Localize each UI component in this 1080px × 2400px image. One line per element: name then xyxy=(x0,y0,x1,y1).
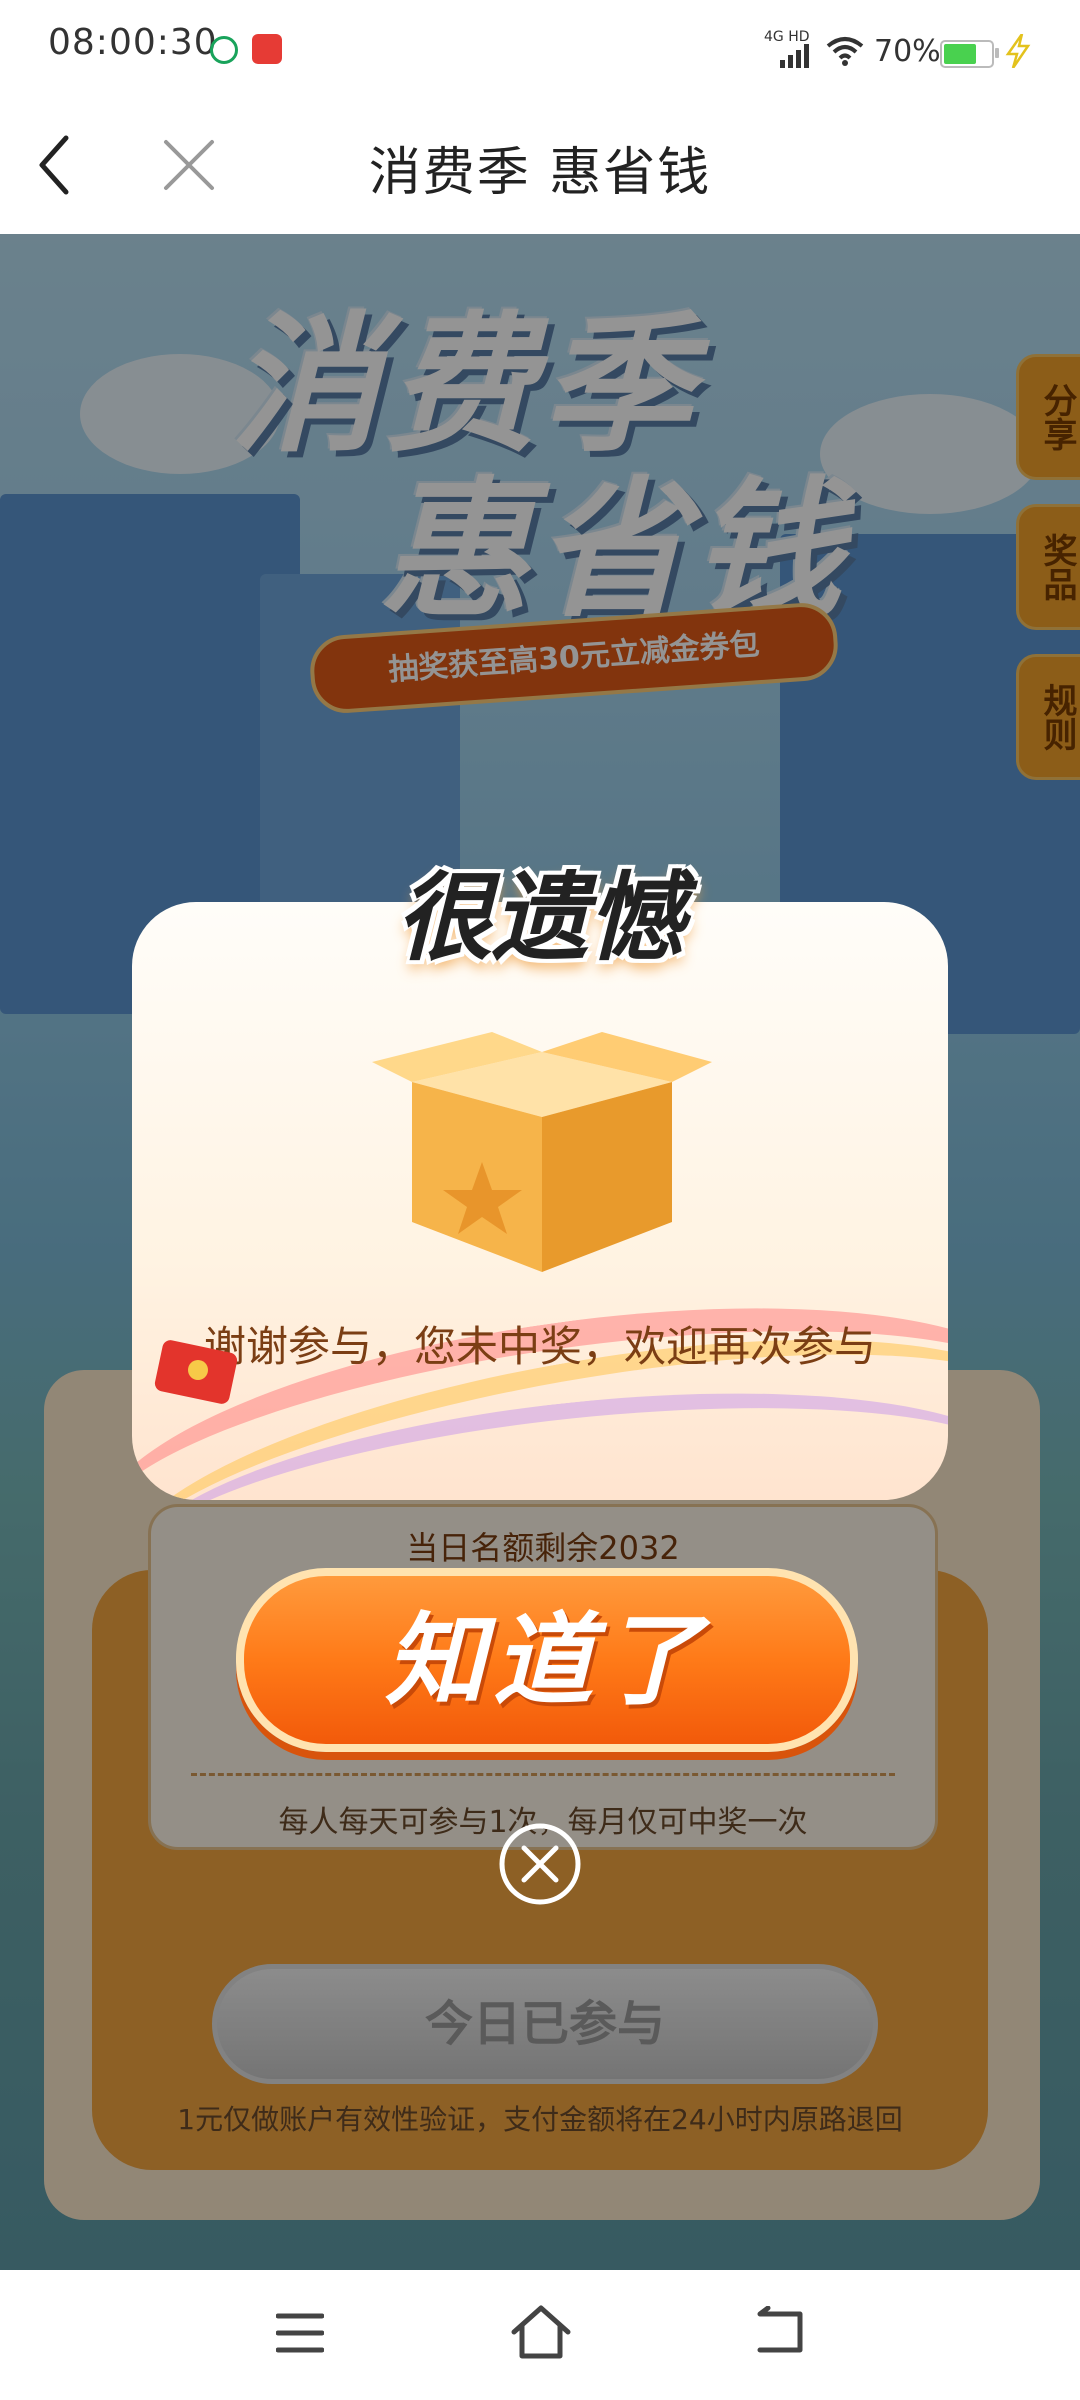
status-bar: 08:00:30 4G HD 70% xyxy=(0,0,1080,100)
home-icon[interactable] xyxy=(510,2304,572,2360)
circle-close-icon[interactable] xyxy=(496,1820,584,1908)
battery-level xyxy=(944,44,976,64)
network-type: 4G HD xyxy=(764,29,810,45)
app-notification-icon xyxy=(210,36,238,64)
return-icon[interactable] xyxy=(754,2306,806,2356)
battery-percent: 70% xyxy=(874,34,941,69)
signal-icon xyxy=(780,44,809,68)
dialog-title: 很遗憾 xyxy=(396,861,684,974)
system-nav-bar xyxy=(0,2270,1080,2400)
battery-tip xyxy=(995,48,999,58)
open-box-icon xyxy=(372,1032,712,1272)
page-title: 消费季 惠省钱 xyxy=(368,143,712,203)
status-time: 08:00:30 xyxy=(48,22,218,63)
app-notification-icon-2 xyxy=(252,34,282,64)
charging-icon xyxy=(1005,34,1031,68)
wifi-icon xyxy=(826,37,864,66)
battery-icon xyxy=(940,40,994,68)
nav-header: 消费季 惠省钱 xyxy=(0,100,1080,234)
got-it-button[interactable]: 知道了 xyxy=(236,1568,858,1752)
red-packet-icon xyxy=(154,1340,238,1404)
dialog-message: 谢谢参与，您未中奖，欢迎再次参与 xyxy=(203,1322,876,1371)
result-dialog: 谢谢参与，您未中奖，欢迎再次参与 xyxy=(132,902,948,1500)
menu-icon[interactable] xyxy=(276,2312,324,2354)
